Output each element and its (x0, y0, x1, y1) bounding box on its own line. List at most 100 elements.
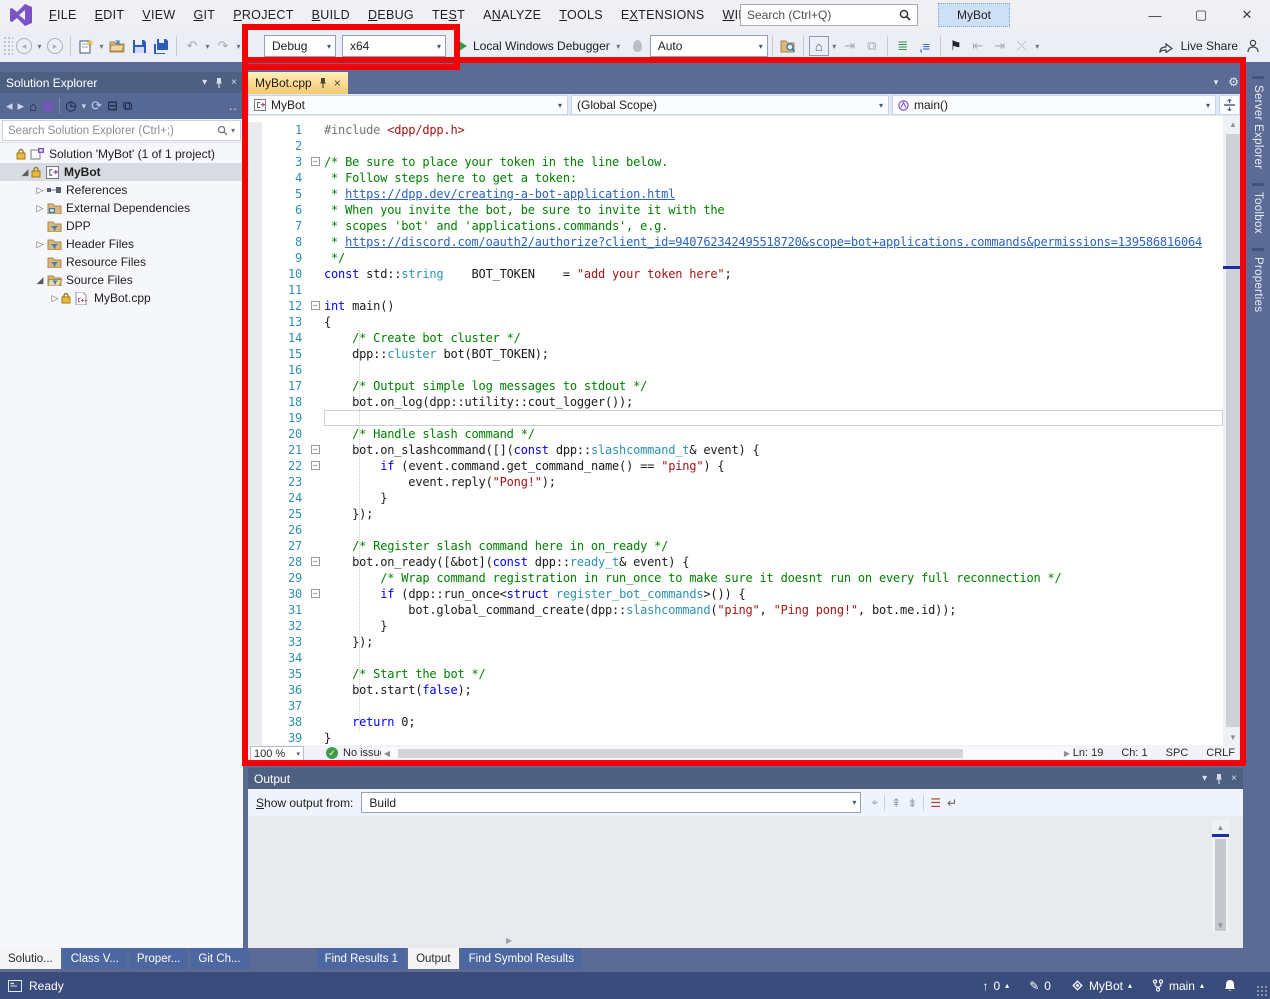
menu-view[interactable]: VIEW (133, 8, 184, 22)
code-text[interactable] (324, 362, 1223, 378)
pending-changes-filter-icon[interactable]: ◷ (65, 98, 76, 114)
save-all-icon[interactable] (151, 36, 171, 56)
scroll-right-icon[interactable]: ▶ (506, 936, 512, 945)
code-text[interactable]: if (dpp::run_once<struct register_bot_co… (324, 586, 1223, 602)
pin-icon[interactable] (319, 78, 327, 88)
redo-icon[interactable]: ↷ (213, 36, 233, 56)
previous-bookmark-icon[interactable]: ⇤ (968, 36, 988, 56)
filter-dropdown-icon[interactable]: ▾ (82, 101, 87, 112)
open-folder-icon[interactable] (107, 36, 127, 56)
next-bookmark-icon[interactable]: ⇥ (990, 36, 1010, 56)
code-editor[interactable]: 1#include <dpp/dpp.h>23−/* Be sure to pl… (248, 116, 1243, 745)
code-text[interactable]: /* Handle slash command */ (324, 426, 1223, 442)
code-text[interactable]: * Follow steps here to get a token: (324, 170, 1223, 186)
code-text[interactable] (324, 138, 1223, 154)
code-text[interactable]: /* Wrap command registration in run_once… (324, 570, 1223, 586)
document-list-dropdown-icon[interactable]: ▾ (1214, 77, 1219, 88)
code-text[interactable]: dpp::cluster bot(BOT_TOKEN); (324, 346, 1223, 362)
tab-class-v-[interactable]: Class V... (63, 948, 127, 969)
tab-server-explorer[interactable]: Server Explorer (1252, 76, 1264, 169)
toolbar-overflow-icon[interactable]: ‥ (228, 98, 237, 114)
new-project-dropdown-icon[interactable]: ▾ (97, 42, 106, 51)
attach-mode-dropdown[interactable]: Auto▾ (650, 35, 768, 57)
tab-toolbox[interactable]: Toolbox (1252, 183, 1264, 234)
code-text[interactable]: bot.start(false); (324, 682, 1223, 698)
fold-collapse-icon[interactable]: − (306, 461, 324, 471)
tree-item-solution-mybot-1-of-1-project-[interactable]: Solution 'MyBot' (1 of 1 project) (0, 145, 243, 163)
close-panel-icon[interactable]: × (1231, 773, 1237, 784)
switch-views-icon[interactable]: ▣ (42, 98, 54, 114)
menu-analyze[interactable]: ANALYZE (474, 8, 550, 22)
code-text[interactable]: * scopes 'bot' and 'applications.command… (324, 218, 1223, 234)
code-text[interactable] (324, 698, 1223, 714)
scroll-right-icon[interactable]: ▶ (1061, 749, 1073, 758)
find-in-files-icon[interactable] (778, 36, 798, 56)
type-scope-dropdown[interactable]: (Global Scope) ▾ (571, 95, 889, 115)
refresh-icon[interactable]: ⟳ (91, 98, 102, 114)
collapsed-icon[interactable]: ▷ (34, 239, 46, 250)
start-debugging-dropdown-icon[interactable]: ▾ (614, 42, 623, 51)
spaces-indicator[interactable]: SPC (1166, 747, 1189, 759)
feedback-icon[interactable] (1246, 39, 1260, 53)
navigate-forward-icon[interactable]: ▸ (45, 36, 65, 56)
status-bell[interactable] (1224, 979, 1236, 992)
code-text[interactable]: return 0; (324, 714, 1223, 730)
collapsed-icon[interactable]: ▷ (49, 293, 61, 304)
comment-lines-icon[interactable]: ⹁≡ (915, 36, 935, 56)
code-text[interactable] (324, 282, 1223, 298)
scrollbar-thumb[interactable] (1226, 134, 1240, 727)
goto-message-icon[interactable]: ⌖ (871, 795, 878, 810)
code-text[interactable]: /* Register slash command here in on_rea… (324, 538, 1223, 554)
scroll-down-icon[interactable]: ▼ (1223, 729, 1243, 745)
tab-properties[interactable]: Properties (1252, 248, 1264, 312)
code-text[interactable] (324, 522, 1223, 538)
toggle-bookmark-icon[interactable]: ⚑ (946, 36, 966, 56)
status-arrow-up-0[interactable]: ↑0▴ (982, 979, 1009, 993)
expanded-icon[interactable]: ◢ (34, 275, 46, 286)
tree-item-external-dependencies[interactable]: ▷External Dependencies (0, 199, 243, 217)
code-text[interactable]: * When you invite the bot, be sure to in… (324, 202, 1223, 218)
home-icon[interactable]: ⌂ (29, 99, 37, 114)
code-text[interactable]: event.reply("Pong!"); (324, 474, 1223, 490)
new-project-icon[interactable] (76, 36, 96, 56)
live-share-icon[interactable] (1158, 39, 1173, 53)
solution-platform-dropdown[interactable]: x64▾ (342, 35, 446, 57)
tab-find-results-1[interactable]: Find Results 1 (317, 948, 407, 969)
code-text[interactable]: #include <dpp/dpp.h> (324, 122, 1223, 138)
status-branch-main[interactable]: main▴ (1152, 979, 1204, 993)
tree-item-resource-files[interactable]: Resource Files (0, 253, 243, 271)
solution-explorer-titlebar[interactable]: Solution Explorer ▾ × (0, 72, 243, 93)
tree-item-mybot-cpp[interactable]: ▷MyBot.cpp (0, 289, 243, 307)
member-scope-dropdown[interactable]: main() ▾ (892, 95, 1216, 115)
minimize-button[interactable]: — (1132, 0, 1178, 30)
tree-item-mybot[interactable]: ◢MyBot (0, 163, 243, 181)
home-icon[interactable]: ⌂ (809, 36, 829, 56)
status-pencil-0[interactable]: ✎0 (1029, 979, 1051, 993)
split-window-button[interactable] (1219, 95, 1240, 115)
clear-all-icon[interactable]: ☰ (930, 796, 941, 810)
current-project-button[interactable]: MyBot (938, 3, 1010, 27)
code-text[interactable]: }); (324, 634, 1223, 650)
fold-collapse-icon[interactable]: − (306, 589, 324, 599)
solution-search-input[interactable]: Search Solution Explorer (Ctrl+;) ▾ (2, 120, 241, 141)
status-commits-mybot[interactable]: MyBot▴ (1071, 979, 1132, 993)
menu-git[interactable]: GIT (184, 8, 224, 22)
resize-grip[interactable] (1256, 985, 1268, 997)
code-text[interactable]: } (324, 730, 1223, 745)
word-wrap-icon[interactable]: ↵ (947, 796, 957, 810)
menu-project[interactable]: PROJECT (224, 8, 302, 22)
previous-message-icon[interactable]: ⇞ (891, 796, 901, 810)
code-text[interactable]: const std::string BOT_TOKEN = "add your … (324, 266, 1223, 282)
back-icon[interactable]: ◂ (6, 98, 13, 114)
code-text[interactable]: /* Start the bot */ (324, 666, 1223, 682)
code-text[interactable]: bot.global_command_create(dpp::slashcomm… (324, 602, 1223, 618)
next-message-icon[interactable]: ⇟ (907, 796, 917, 810)
start-debugging-label[interactable]: Local Windows Debugger (473, 39, 610, 53)
menu-test[interactable]: TEST (423, 8, 474, 22)
toolbar-overflow-icon[interactable]: ▾ (1033, 42, 1042, 51)
tree-item-source-files[interactable]: ◢Source Files (0, 271, 243, 289)
tree-item-dpp[interactable]: DPP (0, 217, 243, 235)
code-text[interactable]: } (324, 490, 1223, 506)
maximize-button[interactable]: ▢ (1178, 0, 1224, 30)
tree-item-header-files[interactable]: ▷Header Files (0, 235, 243, 253)
